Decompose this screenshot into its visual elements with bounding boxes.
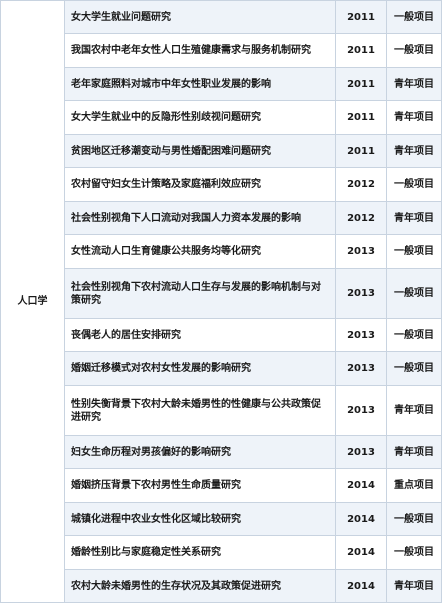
project-title-cell: 女大学生就业中的反隐形性别歧视问题研究 — [64, 100, 336, 135]
project-year-cell: 2013 — [335, 318, 387, 352]
project-type-cell: 一般项目 — [386, 167, 442, 202]
table-row: 性别失衡背景下农村大龄未婚男性的性健康与公共政策促进研究 2013 青年项目 — [1, 385, 442, 436]
project-title-cell: 社会性别视角下人口流动对我国人力资本发展的影响 — [64, 201, 336, 235]
project-title-cell: 性别失衡背景下农村大龄未婚男性的性健康与公共政策促进研究 — [64, 385, 336, 436]
table-row: 婚姻迁移模式对农村女性发展的影响研究 2013 一般项目 — [1, 351, 442, 386]
project-title-cell: 婚姻迁移模式对农村女性发展的影响研究 — [64, 351, 336, 386]
project-year-cell: 2011 — [335, 0, 387, 34]
project-table: 人口学 女大学生就业问题研究 2011 一般项目 我国农村中老年女性人口生殖健康… — [0, 0, 442, 603]
project-type-cell: 一般项目 — [386, 318, 442, 352]
project-type-cell: 一般项目 — [386, 0, 442, 34]
project-year-cell: 2011 — [335, 33, 387, 68]
project-title-cell: 丧偶老人的居住安排研究 — [64, 318, 336, 352]
table-row: 女性流动人口生育健康公共服务均等化研究 2013 一般项目 — [1, 234, 442, 269]
project-year-cell: 2012 — [335, 167, 387, 202]
project-year-cell: 2011 — [335, 100, 387, 135]
table-row: 老年家庭照料对城市中年女性职业发展的影响 2011 青年项目 — [1, 67, 442, 101]
project-title-cell: 女性流动人口生育健康公共服务均等化研究 — [64, 234, 336, 269]
project-type-cell: 青年项目 — [386, 67, 442, 101]
table-row: 社会性别视角下人口流动对我国人力资本发展的影响 2012 青年项目 — [1, 201, 442, 235]
project-year-cell: 2011 — [335, 134, 387, 168]
project-title-cell: 城镇化进程中农业女性化区域比较研究 — [64, 502, 336, 536]
table-row: 农村留守妇女生计策略及家庭福利效应研究 2012 一般项目 — [1, 167, 442, 202]
project-year-cell: 2013 — [335, 435, 387, 469]
project-type-cell: 青年项目 — [386, 134, 442, 168]
project-title-cell: 婚姻挤压背景下农村男性生命质量研究 — [64, 468, 336, 503]
table-row: 农村大龄未婚男性的生存状况及其政策促进研究 2014 青年项目 — [1, 569, 442, 603]
project-title-cell: 老年家庭照料对城市中年女性职业发展的影响 — [64, 67, 336, 101]
table-row: 社会性别视角下农村流动人口生存与发展的影响机制与对策研究 2013 一般项目 — [1, 268, 442, 319]
table-row: 我国农村中老年女性人口生殖健康需求与服务机制研究 2011 一般项目 — [1, 33, 442, 68]
project-type-cell: 一般项目 — [386, 351, 442, 386]
table-row: 妇女生命历程对男孩偏好的影响研究 2013 青年项目 — [1, 435, 442, 469]
project-title-cell: 婚龄性别比与家庭稳定性关系研究 — [64, 535, 336, 570]
table-row: 人口学 女大学生就业问题研究 2011 一般项目 — [0, 0, 442, 603]
project-title-cell: 女大学生就业问题研究 — [64, 0, 336, 34]
project-title-cell: 社会性别视角下农村流动人口生存与发展的影响机制与对策研究 — [64, 268, 336, 319]
project-type-cell: 一般项目 — [386, 33, 442, 68]
project-table-sheet: 人口学 女大学生就业问题研究 2011 一般项目 我国农村中老年女性人口生殖健康… — [0, 0, 442, 603]
project-year-cell: 2012 — [335, 201, 387, 235]
table-row: 贫困地区迁移潮变动与男性婚配困难问题研究 2011 青年项目 — [1, 134, 442, 168]
project-year-cell: 2013 — [335, 385, 387, 436]
project-type-cell: 一般项目 — [386, 268, 442, 319]
project-year-cell: 2013 — [335, 268, 387, 319]
subject-cell: 人口学 — [0, 0, 65, 603]
table-row: 婚姻挤压背景下农村男性生命质量研究 2014 重点项目 — [1, 468, 442, 503]
project-title-cell: 农村大龄未婚男性的生存状况及其政策促进研究 — [64, 569, 336, 603]
project-type-cell: 青年项目 — [386, 385, 442, 436]
project-year-cell: 2014 — [335, 535, 387, 570]
project-table-body: 人口学 女大学生就业问题研究 2011 一般项目 我国农村中老年女性人口生殖健康… — [0, 0, 442, 603]
project-title-cell: 妇女生命历程对男孩偏好的影响研究 — [64, 435, 336, 469]
project-year-cell: 2011 — [335, 67, 387, 101]
project-year-cell: 2014 — [335, 569, 387, 603]
project-year-cell: 2014 — [335, 468, 387, 503]
project-year-cell: 2013 — [335, 234, 387, 269]
project-type-cell: 青年项目 — [386, 201, 442, 235]
project-title-cell: 我国农村中老年女性人口生殖健康需求与服务机制研究 — [64, 33, 336, 68]
project-type-cell: 一般项目 — [386, 535, 442, 570]
project-title-cell: 贫困地区迁移潮变动与男性婚配困难问题研究 — [64, 134, 336, 168]
table-row: 婚龄性别比与家庭稳定性关系研究 2014 一般项目 — [1, 535, 442, 570]
project-type-cell: 青年项目 — [386, 435, 442, 469]
table-row: 城镇化进程中农业女性化区域比较研究 2014 一般项目 — [1, 502, 442, 536]
project-year-cell: 2013 — [335, 351, 387, 386]
project-type-cell: 青年项目 — [386, 569, 442, 603]
table-row: 丧偶老人的居住安排研究 2013 一般项目 — [1, 318, 442, 352]
project-type-cell: 一般项目 — [386, 234, 442, 269]
project-type-cell: 一般项目 — [386, 502, 442, 536]
project-year-cell: 2014 — [335, 502, 387, 536]
project-type-cell: 青年项目 — [386, 100, 442, 135]
project-type-cell: 重点项目 — [386, 468, 442, 503]
table-row: 女大学生就业中的反隐形性别歧视问题研究 2011 青年项目 — [1, 100, 442, 135]
project-title-cell: 农村留守妇女生计策略及家庭福利效应研究 — [64, 167, 336, 202]
